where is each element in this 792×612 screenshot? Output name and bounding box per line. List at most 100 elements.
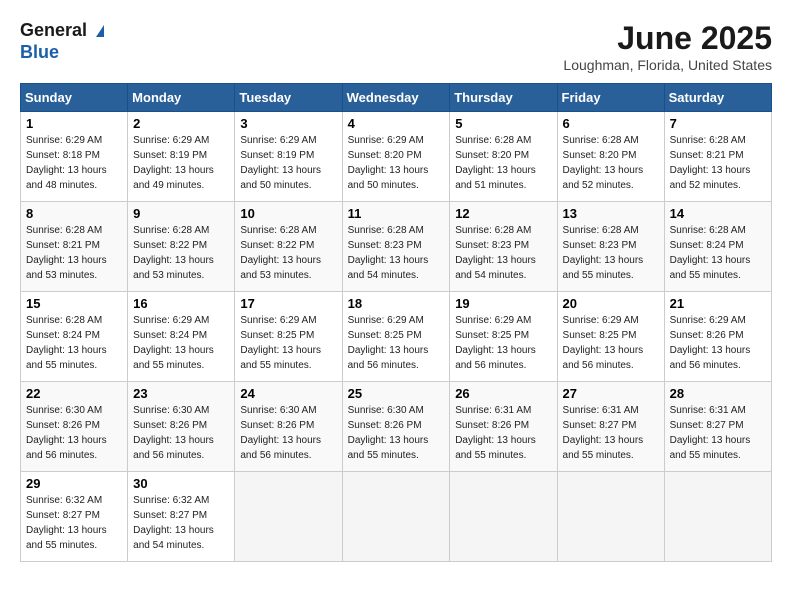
calendar-day-cell: 29 Sunrise: 6:32 AMSunset: 8:27 PMDayligh… <box>21 472 128 562</box>
day-number: 17 <box>240 296 336 311</box>
calendar-day-cell <box>235 472 342 562</box>
calendar-day-cell: 10 Sunrise: 6:28 AMSunset: 8:22 PMDayligh… <box>235 202 342 292</box>
day-number: 8 <box>26 206 122 221</box>
day-number: 16 <box>133 296 229 311</box>
logo-triangle-icon <box>96 25 104 37</box>
day-info: Sunrise: 6:29 AMSunset: 8:25 PMDaylight:… <box>455 313 551 373</box>
calendar-day-cell: 9 Sunrise: 6:28 AMSunset: 8:22 PMDaylight… <box>128 202 235 292</box>
day-number: 7 <box>670 116 766 131</box>
calendar-day-cell <box>342 472 450 562</box>
calendar-col-header: Monday <box>128 84 235 112</box>
day-number: 11 <box>348 206 445 221</box>
calendar-day-cell: 16 Sunrise: 6:29 AMSunset: 8:24 PMDayligh… <box>128 292 235 382</box>
day-info: Sunrise: 6:28 AMSunset: 8:23 PMDaylight:… <box>348 223 445 283</box>
calendar-day-cell: 13 Sunrise: 6:28 AMSunset: 8:23 PMDayligh… <box>557 202 664 292</box>
day-number: 22 <box>26 386 122 401</box>
calendar-day-cell: 23Sunrise: 6:30 AMSunset: 8:26 PMDayligh… <box>128 382 235 472</box>
calendar-day-cell: 27 Sunrise: 6:31 AMSunset: 8:27 PMDayligh… <box>557 382 664 472</box>
day-info: Sunrise: 6:29 AMSunset: 8:25 PMDaylight:… <box>563 313 659 373</box>
calendar-day-cell: 18 Sunrise: 6:29 AMSunset: 8:25 PMDayligh… <box>342 292 450 382</box>
day-info: Sunrise: 6:28 AMSunset: 8:24 PMDaylight:… <box>670 223 766 283</box>
day-number: 6 <box>563 116 659 131</box>
calendar-day-cell: 2 Sunrise: 6:29 AMSunset: 8:19 PMDaylight… <box>128 112 235 202</box>
day-info: Sunrise: 6:29 AMSunset: 8:24 PMDaylight:… <box>133 313 229 373</box>
calendar-day-cell: 19 Sunrise: 6:29 AMSunset: 8:25 PMDayligh… <box>450 292 557 382</box>
day-number: 13 <box>563 206 659 221</box>
calendar-header-row: SundayMondayTuesdayWednesdayThursdayFrid… <box>21 84 772 112</box>
day-info: Sunrise: 6:30 AMSunset: 8:26 PMDaylight:… <box>348 403 445 463</box>
day-info: Sunrise: 6:28 AMSunset: 8:23 PMDaylight:… <box>563 223 659 283</box>
calendar-col-header: Saturday <box>664 84 771 112</box>
day-number: 30 <box>133 476 229 491</box>
calendar-day-cell: 25 Sunrise: 6:30 AMSunset: 8:26 PMDayligh… <box>342 382 450 472</box>
day-info: Sunrise: 6:31 AMSunset: 8:27 PMDaylight:… <box>563 403 659 463</box>
calendar-col-header: Wednesday <box>342 84 450 112</box>
day-info: Sunrise: 6:29 AMSunset: 8:19 PMDaylight:… <box>133 133 229 193</box>
day-info: Sunrise: 6:28 AMSunset: 8:21 PMDaylight:… <box>670 133 766 193</box>
day-number: 25 <box>348 386 445 401</box>
day-number: 5 <box>455 116 551 131</box>
day-number: 14 <box>670 206 766 221</box>
calendar-day-cell: 28Sunrise: 6:31 AMSunset: 8:27 PMDayligh… <box>664 382 771 472</box>
calendar-week-row: 22 Sunrise: 6:30 AMSunset: 8:26 PMDayligh… <box>21 382 772 472</box>
day-info: Sunrise: 6:29 AMSunset: 8:25 PMDaylight:… <box>348 313 445 373</box>
day-info: Sunrise: 6:28 AMSunset: 8:20 PMDaylight:… <box>563 133 659 193</box>
calendar-col-header: Thursday <box>450 84 557 112</box>
calendar-day-cell <box>664 472 771 562</box>
day-info: Sunrise: 6:29 AMSunset: 8:25 PMDaylight:… <box>240 313 336 373</box>
calendar-day-cell: 24 Sunrise: 6:30 AMSunset: 8:26 PMDayligh… <box>235 382 342 472</box>
day-number: 23 <box>133 386 229 401</box>
day-number: 20 <box>563 296 659 311</box>
day-info: Sunrise: 6:28 AMSunset: 8:22 PMDaylight:… <box>240 223 336 283</box>
day-info: Sunrise: 6:32 AMSunset: 8:27 PMDaylight:… <box>26 493 122 553</box>
calendar-col-header: Friday <box>557 84 664 112</box>
logo-blue: Blue <box>20 42 104 64</box>
calendar-day-cell <box>450 472 557 562</box>
calendar-day-cell: 7 Sunrise: 6:28 AMSunset: 8:21 PMDaylight… <box>664 112 771 202</box>
day-number: 4 <box>348 116 445 131</box>
day-number: 3 <box>240 116 336 131</box>
calendar-day-cell: 3Sunrise: 6:29 AMSunset: 8:19 PMDaylight… <box>235 112 342 202</box>
day-number: 26 <box>455 386 551 401</box>
day-info: Sunrise: 6:28 AMSunset: 8:24 PMDaylight:… <box>26 313 122 373</box>
day-number: 24 <box>240 386 336 401</box>
day-info: Sunrise: 6:28 AMSunset: 8:22 PMDaylight:… <box>133 223 229 283</box>
logo: General Blue <box>20 20 104 63</box>
day-info: Sunrise: 6:30 AMSunset: 8:26 PMDaylight:… <box>240 403 336 463</box>
calendar-col-header: Tuesday <box>235 84 342 112</box>
calendar-day-cell: 11 Sunrise: 6:28 AMSunset: 8:23 PMDayligh… <box>342 202 450 292</box>
day-number: 29 <box>26 476 122 491</box>
calendar-table: SundayMondayTuesdayWednesdayThursdayFrid… <box>20 83 772 562</box>
calendar-day-cell <box>557 472 664 562</box>
day-number: 21 <box>670 296 766 311</box>
day-info: Sunrise: 6:29 AMSunset: 8:26 PMDaylight:… <box>670 313 766 373</box>
day-number: 18 <box>348 296 445 311</box>
calendar-day-cell: 12 Sunrise: 6:28 AMSunset: 8:23 PMDayligh… <box>450 202 557 292</box>
day-info: Sunrise: 6:32 AMSunset: 8:27 PMDaylight:… <box>133 493 229 553</box>
day-number: 10 <box>240 206 336 221</box>
calendar-day-cell: 26 Sunrise: 6:31 AMSunset: 8:26 PMDayligh… <box>450 382 557 472</box>
day-number: 9 <box>133 206 229 221</box>
day-info: Sunrise: 6:31 AMSunset: 8:26 PMDaylight:… <box>455 403 551 463</box>
day-info: Sunrise: 6:29 AMSunset: 8:18 PMDaylight:… <box>26 133 122 193</box>
day-number: 15 <box>26 296 122 311</box>
calendar-week-row: 29 Sunrise: 6:32 AMSunset: 8:27 PMDayligh… <box>21 472 772 562</box>
day-info: Sunrise: 6:28 AMSunset: 8:20 PMDaylight:… <box>455 133 551 193</box>
title-section: June 2025 Loughman, Florida, United Stat… <box>563 20 772 73</box>
calendar-day-cell: 4 Sunrise: 6:29 AMSunset: 8:20 PMDaylight… <box>342 112 450 202</box>
day-number: 2 <box>133 116 229 131</box>
day-info: Sunrise: 6:28 AMSunset: 8:21 PMDaylight:… <box>26 223 122 283</box>
page-header: General Blue June 2025 Loughman, Florida… <box>20 20 772 73</box>
day-number: 12 <box>455 206 551 221</box>
calendar-week-row: 15 Sunrise: 6:28 AMSunset: 8:24 PMDayligh… <box>21 292 772 382</box>
calendar-day-cell: 21 Sunrise: 6:29 AMSunset: 8:26 PMDayligh… <box>664 292 771 382</box>
calendar-col-header: Sunday <box>21 84 128 112</box>
day-info: Sunrise: 6:28 AMSunset: 8:23 PMDaylight:… <box>455 223 551 283</box>
day-number: 1 <box>26 116 122 131</box>
calendar-day-cell: 14 Sunrise: 6:28 AMSunset: 8:24 PMDayligh… <box>664 202 771 292</box>
day-number: 27 <box>563 386 659 401</box>
day-info: Sunrise: 6:29 AMSunset: 8:20 PMDaylight:… <box>348 133 445 193</box>
calendar-day-cell: 8 Sunrise: 6:28 AMSunset: 8:21 PMDaylight… <box>21 202 128 292</box>
day-number: 19 <box>455 296 551 311</box>
calendar-day-cell: 20 Sunrise: 6:29 AMSunset: 8:25 PMDayligh… <box>557 292 664 382</box>
